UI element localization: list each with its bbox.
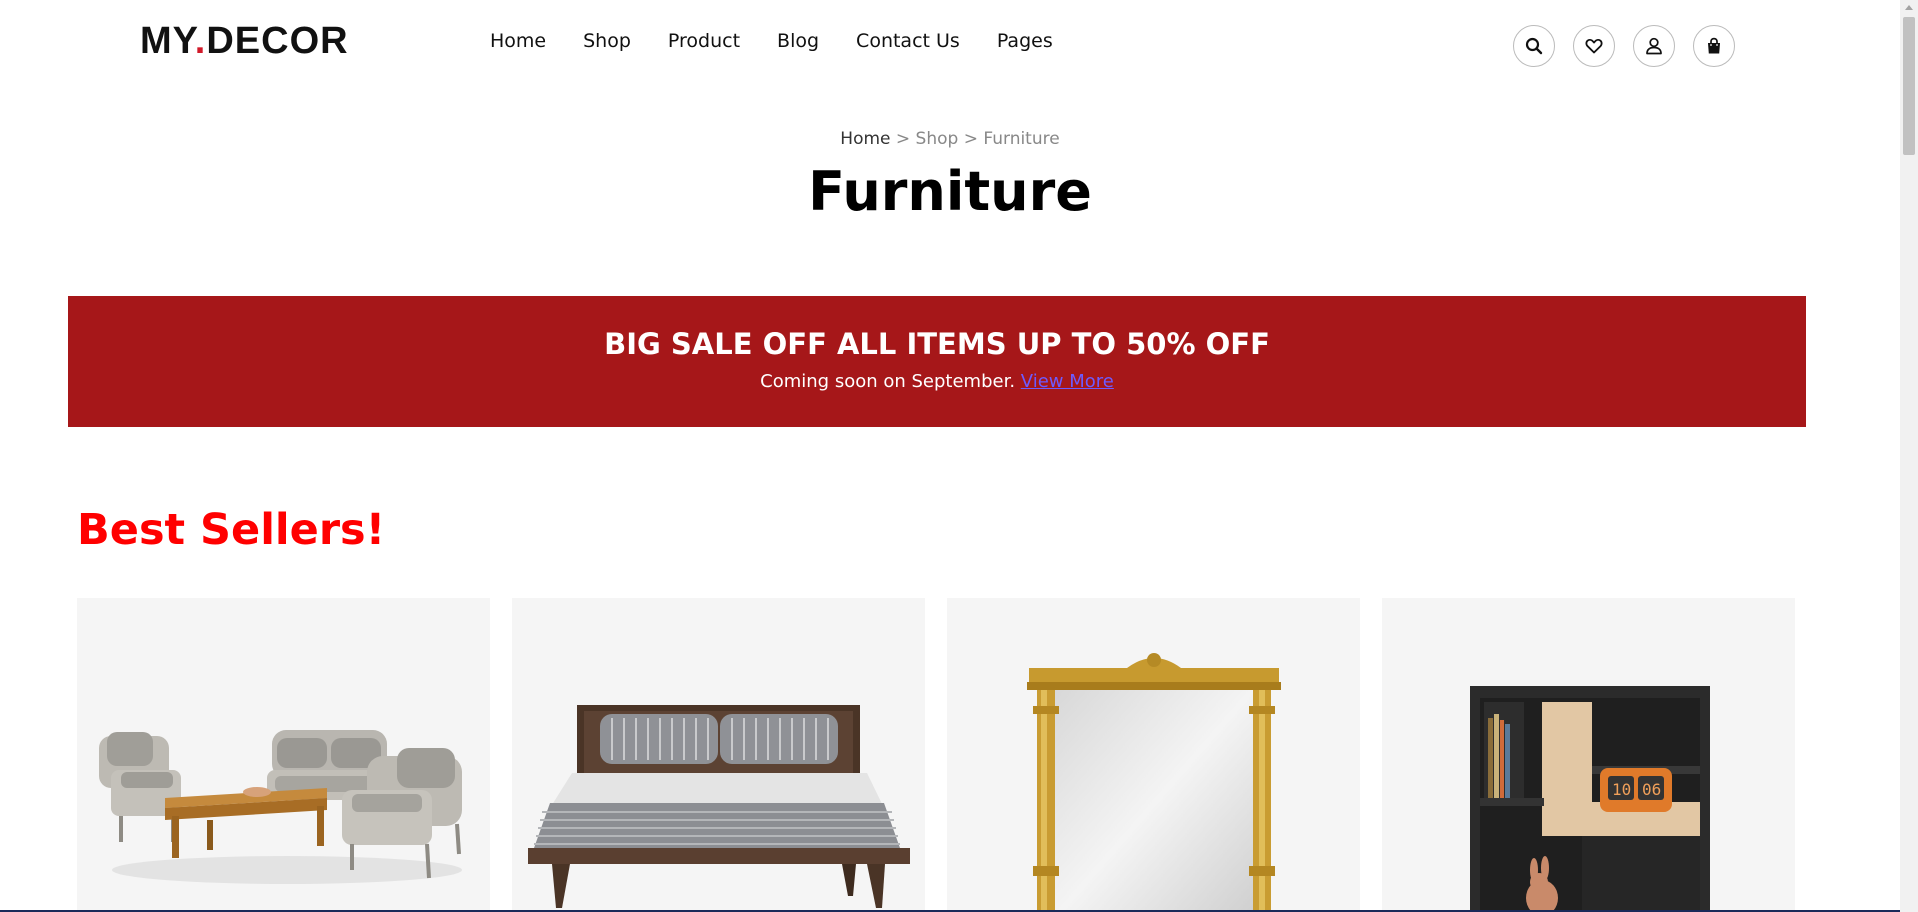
site-logo[interactable]: MY.DECOR: [140, 19, 349, 63]
product-card[interactable]: [947, 598, 1360, 912]
breadcrumb: Home > Shop > Furniture: [0, 126, 1900, 152]
page: MY.DECOR Home Shop Product Blog Contact …: [0, 0, 1900, 912]
product-grid: 10 06: [77, 598, 1817, 912]
shopping-bag-icon: [1708, 37, 1720, 54]
breadcrumb-separator: >: [958, 129, 984, 149]
svg-text:10: 10: [1612, 780, 1631, 799]
wooden-bed-image: [528, 705, 910, 908]
nav-pages[interactable]: Pages: [997, 27, 1053, 55]
sale-banner-text: Coming soon on September.: [760, 371, 1016, 392]
search-icon: [1525, 37, 1543, 55]
scroll-up-arrow-icon[interactable]: [1905, 5, 1913, 10]
sale-banner-subtitle: Coming soon on September. View More: [68, 369, 1806, 395]
svg-text:06: 06: [1642, 780, 1661, 799]
site-header: MY.DECOR Home Shop Product Blog Contact …: [0, 0, 1900, 90]
logo-text-my: MY: [140, 20, 195, 62]
nav-shop[interactable]: Shop: [583, 27, 631, 55]
main-nav: Home Shop Product Blog Contact Us Pages: [490, 27, 1090, 55]
breadcrumb-current: Furniture: [983, 129, 1060, 149]
black-bookshelf-image: 10 06: [1470, 686, 1710, 912]
wicker-sofa-set-image: [99, 730, 462, 884]
breadcrumb-home[interactable]: Home: [840, 129, 890, 149]
header-icons: [1513, 25, 1753, 67]
heart-icon: [1585, 38, 1603, 54]
breadcrumb-shop[interactable]: Shop: [916, 129, 959, 149]
logo-text-decor: DECOR: [206, 20, 349, 62]
logo-dot: .: [194, 20, 207, 62]
nav-home[interactable]: Home: [490, 27, 546, 55]
sale-banner: BIG SALE OFF ALL ITEMS UP TO 50% OFF Com…: [68, 296, 1806, 427]
page-title: Furniture: [808, 160, 1092, 223]
view-more-link[interactable]: View More: [1021, 371, 1114, 392]
product-card[interactable]: [512, 598, 925, 912]
search-button[interactable]: [1513, 25, 1555, 67]
gold-frame-mirror-image: [1027, 653, 1281, 912]
cart-button[interactable]: [1693, 25, 1735, 67]
nav-product[interactable]: Product: [668, 27, 740, 55]
nav-blog[interactable]: Blog: [777, 27, 819, 55]
product-card[interactable]: 10 06: [1382, 598, 1795, 912]
sale-banner-title: BIG SALE OFF ALL ITEMS UP TO 50% OFF: [604, 327, 1270, 361]
wishlist-button[interactable]: [1573, 25, 1615, 67]
scrollbar-thumb[interactable]: [1903, 17, 1915, 155]
user-icon: [1646, 37, 1662, 55]
account-button[interactable]: [1633, 25, 1675, 67]
product-card[interactable]: [77, 598, 490, 912]
nav-contact-us[interactable]: Contact Us: [856, 27, 960, 55]
vertical-scrollbar[interactable]: [1900, 0, 1918, 912]
breadcrumb-separator: >: [890, 129, 916, 149]
best-sellers-title: Best Sellers!: [77, 505, 386, 555]
